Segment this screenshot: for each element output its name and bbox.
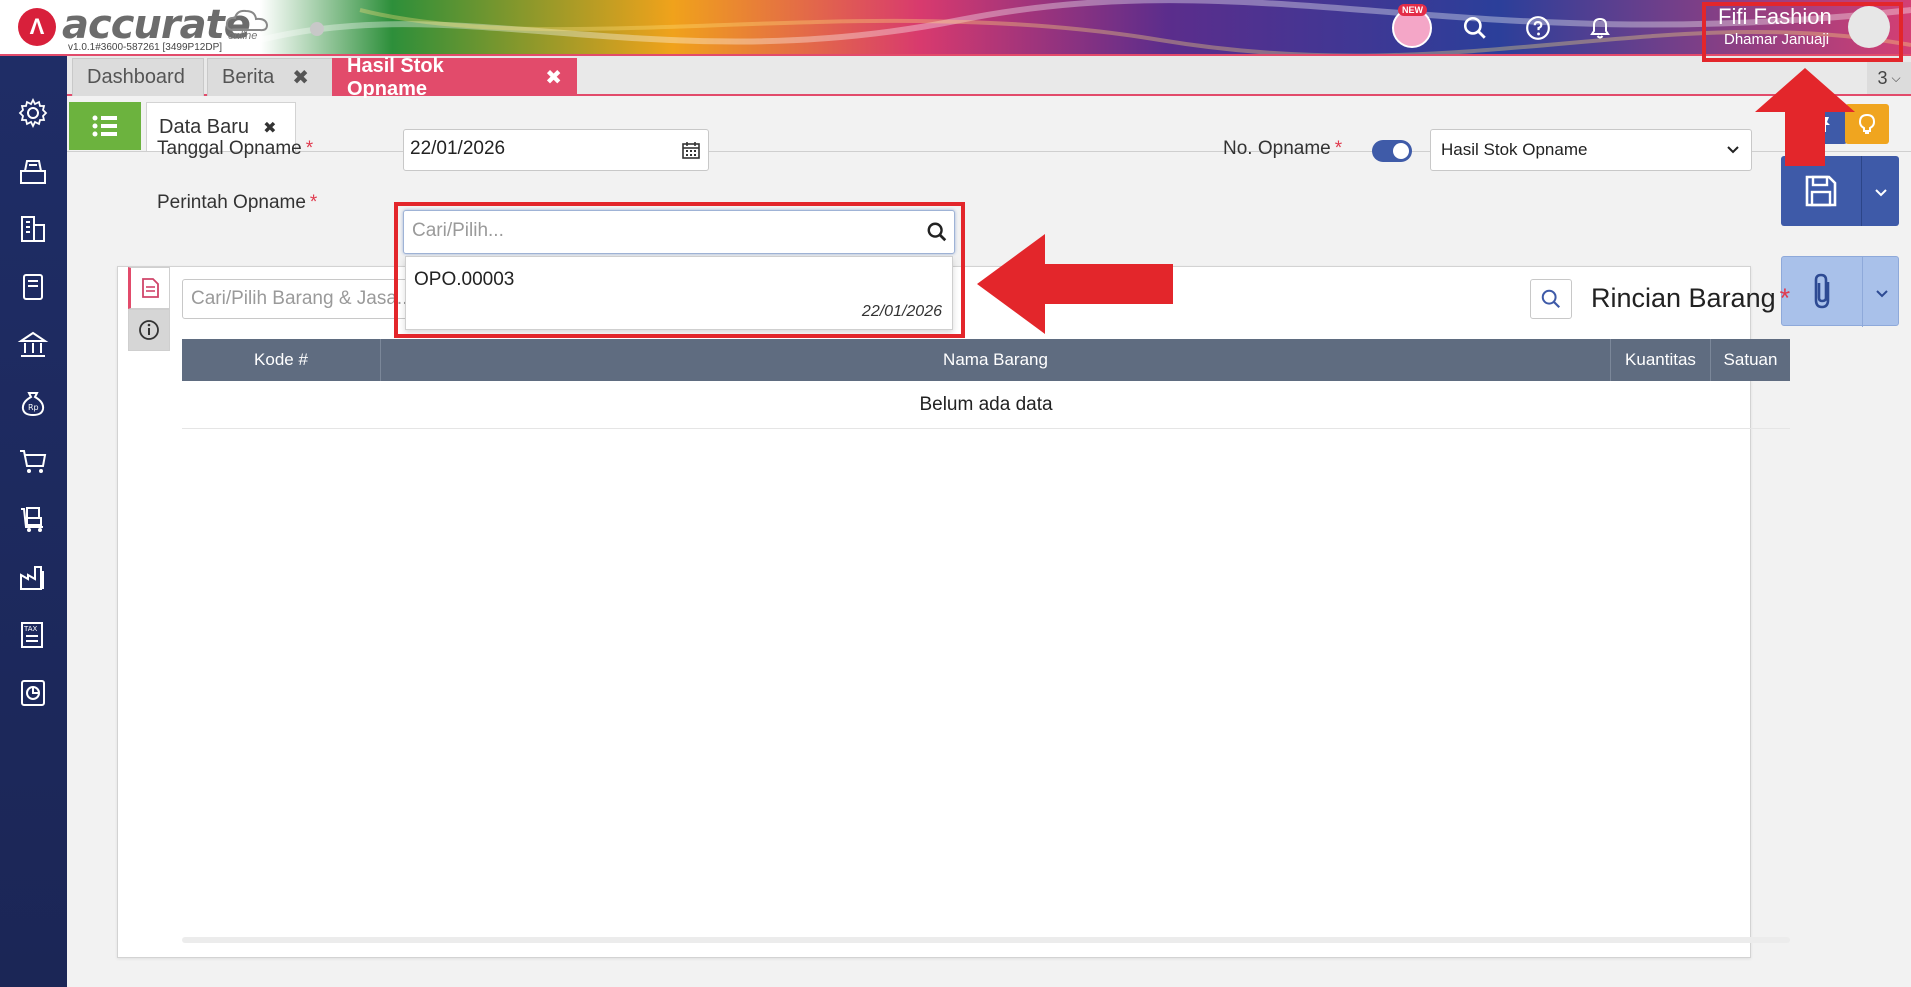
header-decoration	[260, 0, 1911, 54]
close-icon[interactable]: ✖	[263, 118, 276, 138]
lightbulb-icon	[1858, 113, 1876, 134]
divider	[1861, 156, 1862, 226]
money-bag-icon[interactable]: Rp	[14, 384, 52, 422]
tanggal-opname-label: Tanggal Opname *	[157, 138, 313, 160]
detail-tab-items[interactable]	[128, 267, 170, 309]
help-icon[interactable]	[1520, 10, 1556, 46]
tab-count: 3	[1877, 67, 1888, 88]
bank-icon[interactable]	[14, 326, 52, 364]
date-value: 22/01/2026	[410, 138, 506, 159]
column-kuantitas[interactable]: Kuantitas	[1611, 339, 1711, 381]
list-view-button[interactable]	[69, 102, 141, 150]
status-dot	[310, 22, 324, 36]
close-icon[interactable]: ✖	[545, 65, 562, 90]
company-building-icon[interactable]	[14, 210, 52, 248]
required-mark: *	[309, 192, 318, 213]
tab-dashboard[interactable]: Dashboard	[72, 58, 204, 96]
close-icon[interactable]: ✖	[292, 65, 309, 90]
tab-label: Hasil Stok Opname	[347, 54, 444, 100]
title-text: Rincian Barang	[1591, 283, 1776, 313]
label-text: Perintah Opname	[157, 192, 306, 213]
report-chart-icon[interactable]	[14, 674, 52, 712]
accurate-logo-icon: Λ	[18, 8, 56, 46]
search-icon[interactable]	[1457, 10, 1493, 46]
calendar-icon[interactable]	[681, 140, 701, 160]
search-icon	[1541, 289, 1561, 309]
items-table-header: Kode # Nama Barang Kuantitas Satuan	[182, 339, 1790, 381]
inventory-cart-icon[interactable]	[14, 500, 52, 538]
paperclip-icon	[1814, 273, 1830, 309]
top-bar: Λ accurate online v1.0.1#3600-587261 [34…	[0, 0, 1911, 56]
tab-label: Berita	[222, 66, 275, 88]
rincian-barang-title: Rincian Barang *	[1591, 283, 1790, 314]
tanggal-opname-input[interactable]: 22/01/2026	[403, 129, 709, 171]
attachment-button[interactable]	[1781, 256, 1899, 327]
find-item-button[interactable]	[1530, 279, 1572, 319]
annotation-arrow-up-icon	[1755, 68, 1855, 166]
shopping-cart-icon[interactable]	[14, 442, 52, 480]
chevron-down-icon[interactable]	[1874, 186, 1888, 200]
notification-bell-icon[interactable]	[1582, 10, 1618, 46]
horizontal-scrollbar[interactable]	[182, 937, 1790, 943]
document-icon	[142, 278, 159, 298]
ledger-book-icon[interactable]	[14, 268, 52, 306]
tax-icon[interactable]: TAX	[14, 616, 52, 654]
label-text: Tanggal Opname	[157, 138, 302, 159]
no-opname-label: No. Opname *	[1223, 138, 1342, 160]
required-mark: *	[1779, 283, 1791, 313]
select-value: Hasil Stok Opname	[1441, 140, 1588, 159]
info-icon	[139, 320, 159, 340]
content-area: Data Baru ✖ Tanggal Opname * 22/01/2026 N…	[67, 68, 1911, 987]
chevron-down-icon	[1727, 146, 1739, 154]
new-badge: NEW	[1398, 4, 1427, 16]
column-satuan[interactable]: Satuan	[1711, 339, 1790, 381]
subtab-label: Data Baru	[159, 116, 250, 138]
highlight-dropdown-box	[394, 202, 965, 338]
required-mark: *	[1334, 138, 1343, 159]
annotation-arrow-left-icon	[977, 234, 1173, 334]
tab-label: Dashboard	[87, 66, 185, 88]
detail-tab-info[interactable]	[128, 309, 170, 351]
detail-panel: Cari/Pilih Barang & Jasa... Rincian Bara…	[117, 266, 1790, 958]
search-placeholder: Cari/Pilih Barang & Jasa...	[191, 288, 413, 309]
svg-text:TAX: TAX	[23, 625, 38, 633]
tab-hasil-stok-opname[interactable]: Hasil Stok Opname ✖	[332, 55, 577, 100]
settings-gear-icon[interactable]	[14, 94, 52, 132]
divider	[1862, 257, 1863, 327]
list-icon	[92, 115, 117, 137]
auto-number-toggle[interactable]	[1372, 140, 1412, 162]
column-nama-barang[interactable]: Nama Barang	[381, 339, 1611, 381]
factory-icon[interactable]	[14, 558, 52, 596]
highlight-user-box	[1702, 2, 1903, 62]
sidebar: Rp TAX	[0, 56, 67, 987]
required-mark: *	[305, 138, 314, 159]
column-kode[interactable]: Kode #	[182, 339, 381, 381]
no-opname-select[interactable]: Hasil Stok Opname	[1430, 129, 1752, 171]
version-text: v1.0.1#3600-587261 [3499P12DP]	[68, 42, 223, 53]
label-text: No. Opname	[1223, 138, 1331, 159]
save-button[interactable]	[1781, 156, 1899, 226]
empty-table-message: Belum ada data	[182, 381, 1790, 429]
tab-count-dropdown[interactable]: 3 ⌵	[1867, 62, 1911, 94]
logo-online-text: online	[228, 30, 258, 42]
cash-register-icon[interactable]	[14, 152, 52, 190]
svg-text:Rp: Rp	[28, 403, 39, 412]
perintah-opname-label: Perintah Opname *	[157, 192, 317, 214]
accurate-logo[interactable]: Λ accurate online v1.0.1#3600-587261 [34…	[18, 2, 269, 53]
chevron-down-icon[interactable]	[1875, 287, 1889, 301]
save-disk-icon	[1805, 175, 1837, 207]
chevron-down-icon: ⌵	[1891, 70, 1901, 85]
module-tabs: Dashboard Berita ✖ Hasil Stok Opname ✖ 3…	[67, 55, 1911, 100]
